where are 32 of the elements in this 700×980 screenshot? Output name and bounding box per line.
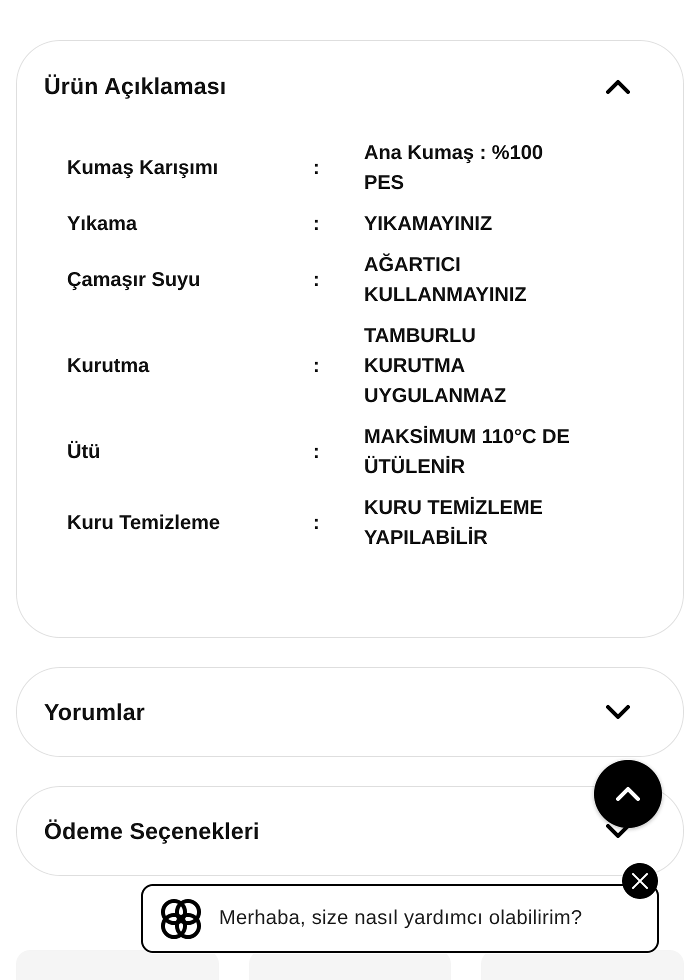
chat-message: Merhaba, size nasıl yardımcı olabilirim?: [219, 907, 582, 930]
colon-separator: :: [313, 268, 321, 293]
attribute-label: Kurutma: [67, 354, 150, 379]
colon-separator: :: [313, 511, 321, 536]
chat-bubble[interactable]: Merhaba, size nasıl yardımcı olabilirim?: [141, 884, 659, 953]
attribute-value: YIKAMAYINIZ: [364, 212, 494, 237]
colon-separator: :: [313, 354, 321, 379]
section-title: Ürün Açıklaması: [44, 72, 226, 100]
accordion-header[interactable]: Yorumlar: [17, 668, 683, 756]
attribute-label: Çamaşır Suyu: [67, 268, 202, 293]
accordion-header[interactable]: Ödeme Seçenekleri: [17, 787, 683, 875]
colon-separator: :: [313, 440, 321, 465]
scroll-to-top-button[interactable]: [594, 760, 662, 828]
section-title: Yorumlar: [44, 698, 145, 726]
attribute-label: Kumaş Karışımı: [67, 156, 220, 181]
chevron-up-icon: [605, 77, 631, 95]
chevron-down-icon: [605, 703, 631, 721]
attribute-label: Ütü: [67, 440, 102, 465]
section-title: Ödeme Seçenekleri: [44, 818, 260, 844]
colon-separator: :: [313, 212, 321, 237]
attribute-value: AĞARTICI KULLANMAYINIZ: [364, 252, 528, 308]
attribute-value: TAMBURLU KURUTMA UYGULANMAZ: [364, 324, 508, 409]
attribute-label: Yıkama: [67, 212, 138, 237]
close-icon: [631, 872, 649, 890]
chevron-up-icon: [615, 786, 641, 802]
attribute-value: MAKSİMUM 110°C DE ÜTÜLENİR: [364, 424, 571, 480]
colon-separator: :: [313, 156, 321, 181]
accordion-header[interactable]: Ürün Açıklaması: [17, 41, 683, 131]
attribute-label: Kuru Temizleme: [67, 511, 221, 536]
attribute-value: KURU TEMİZLEME YAPILABİLİR: [364, 496, 544, 551]
chevron-down-icon: [605, 822, 631, 840]
attribute-value: Ana Kumaş : %100 PES: [364, 141, 544, 196]
